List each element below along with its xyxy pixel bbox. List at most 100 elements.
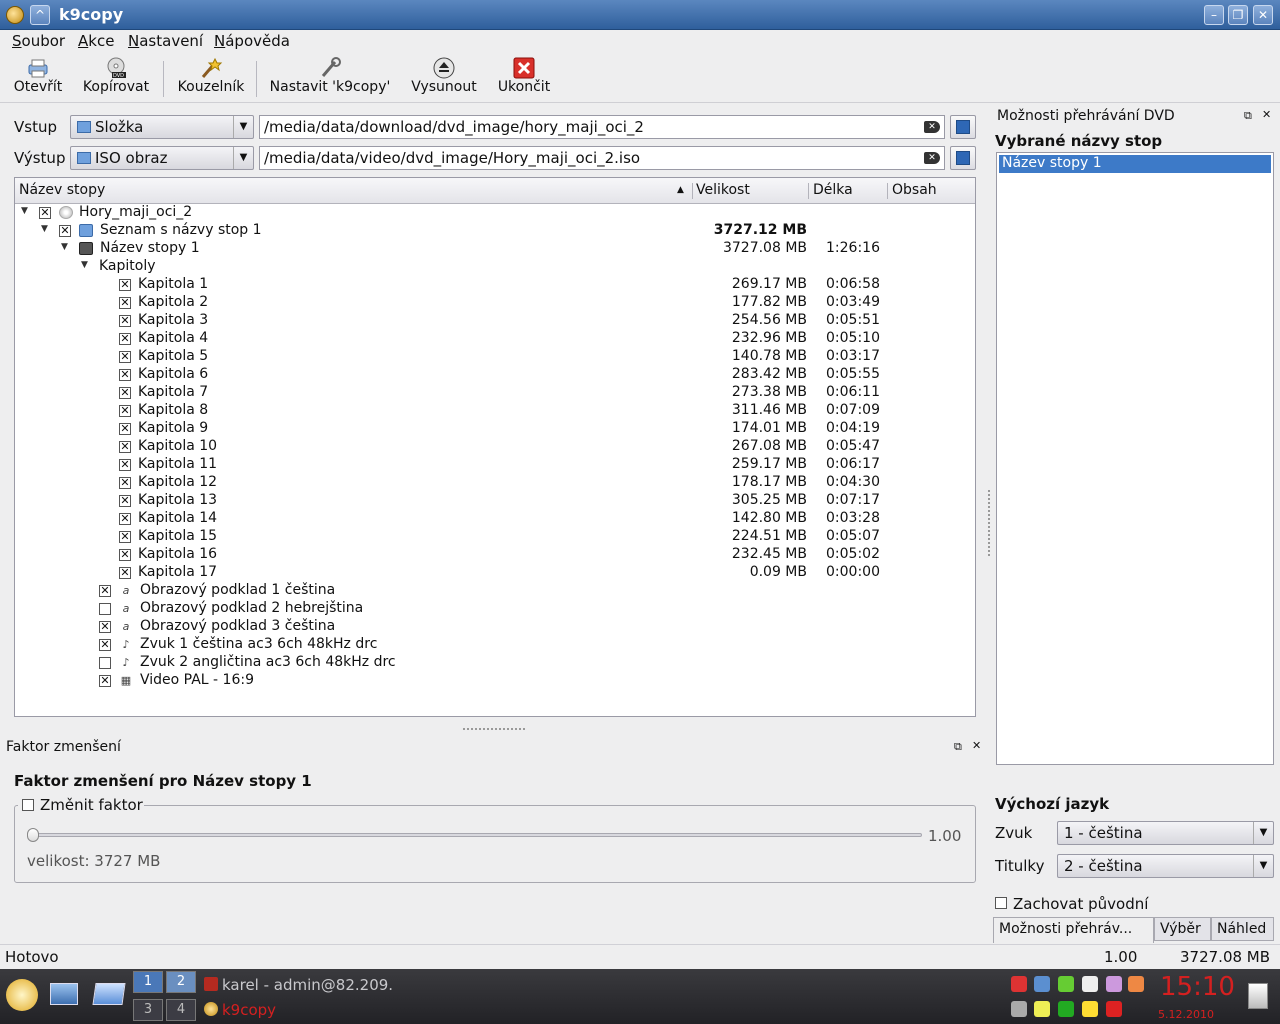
task-terminal[interactable]: karel - admin@82.209. — [202, 975, 532, 995]
col-length[interactable]: Délka — [813, 182, 853, 198]
factor-slider[interactable] — [34, 833, 922, 837]
title-tree[interactable]: Název stopy ▲ Velikost Délka Obsah ▼ ✕ H… — [14, 177, 976, 717]
tree-row-stream[interactable]: ♪ Zvuk 2 angličtina ac3 6ch 48kHz drc — [15, 654, 975, 672]
stream-checkbox[interactable]: ✕ — [99, 621, 111, 633]
tree-row-chapter[interactable]: ✕ Kapitola 9 174.01 MB 0:04:19 — [15, 420, 975, 438]
float-dock-icon[interactable]: ⧉ — [1244, 109, 1252, 123]
chapter-checkbox[interactable]: ✕ — [119, 351, 131, 363]
output-type-select[interactable]: ISO obraz ▼ — [70, 146, 254, 170]
kde-menu-icon[interactable] — [6, 979, 38, 1011]
tree-row-chapter[interactable]: ✕ Kapitola 13 305.25 MB 0:07:17 — [15, 492, 975, 510]
change-factor-checkbox[interactable] — [22, 799, 34, 811]
root-checkbox[interactable]: ✕ — [39, 207, 51, 219]
chapter-checkbox[interactable]: ✕ — [119, 513, 131, 525]
close-dock-icon[interactable]: ✕ — [972, 739, 981, 752]
tab-preview[interactable]: Náhled — [1211, 917, 1274, 941]
keyboard-layout-icon[interactable] — [1011, 976, 1027, 992]
task-k9copy[interactable]: k9copy — [202, 1000, 532, 1020]
pager-desktop-1[interactable]: 1 — [133, 971, 163, 993]
tab-dvd-options[interactable]: Možnosti přehráv... — [993, 917, 1154, 943]
chapter-checkbox[interactable]: ✕ — [119, 423, 131, 435]
tree-row-chapter[interactable]: ✕ Kapitola 5 140.78 MB 0:03:17 — [15, 348, 975, 366]
collapse-icon[interactable]: ▼ — [41, 224, 48, 234]
chapter-checkbox[interactable]: ✕ — [119, 459, 131, 471]
shade-button[interactable]: ^ — [30, 5, 50, 25]
chapter-checkbox[interactable]: ✕ — [119, 549, 131, 561]
splitter-handle[interactable] — [463, 728, 525, 733]
audio-language-select[interactable]: 1 - čeština ▼ — [1057, 821, 1274, 845]
titleset-checkbox[interactable]: ✕ — [59, 225, 71, 237]
tree-row-title[interactable]: ▼ Název stopy 1 3727.08 MB 1:26:16 — [15, 240, 975, 258]
wizard-button[interactable]: Kouzelník — [174, 55, 248, 95]
keep-menu-option[interactable]: Zachovat původní menu — [995, 895, 1195, 931]
help-icon[interactable] — [1128, 976, 1144, 992]
stream-checkbox[interactable] — [99, 603, 111, 615]
tree-row-chapter[interactable]: ✕ Kapitola 4 232.96 MB 0:05:10 — [15, 330, 975, 348]
stream-checkbox[interactable]: ✕ — [99, 585, 111, 597]
title-bar[interactable]: ^ k9copy – ❐ ✕ — [0, 0, 1280, 30]
list-item[interactable]: Název stopy 1 — [999, 155, 1271, 173]
chapter-checkbox[interactable]: ✕ — [119, 369, 131, 381]
chapter-checkbox[interactable]: ✕ — [119, 567, 131, 579]
quit-button[interactable]: Ukončit — [496, 55, 552, 95]
chapter-checkbox[interactable]: ✕ — [119, 531, 131, 543]
change-factor-option[interactable]: Změnit faktor — [18, 796, 144, 814]
pager-desktop-2[interactable]: 2 — [166, 971, 196, 993]
tree-row-chapter[interactable]: ✕ Kapitola 10 267.08 MB 0:05:47 — [15, 438, 975, 456]
app-icon[interactable] — [6, 6, 24, 24]
eject-button[interactable]: Vysunout — [408, 55, 480, 95]
chapter-checkbox[interactable]: ✕ — [119, 495, 131, 507]
chapter-checkbox[interactable]: ✕ — [119, 297, 131, 309]
download-icon[interactable] — [1058, 1001, 1074, 1017]
tree-row-chapter[interactable]: ✕ Kapitola 15 224.51 MB 0:05:07 — [15, 528, 975, 546]
col-size[interactable]: Velikost — [696, 182, 750, 198]
chapter-checkbox[interactable]: ✕ — [119, 315, 131, 327]
clock-time[interactable]: 15:10 — [1160, 972, 1235, 1002]
tree-row-chapters[interactable]: ▼ Kapitoly — [15, 258, 975, 276]
float-dock-icon[interactable]: ⧉ — [954, 740, 962, 754]
tree-row-stream[interactable]: ✕ ♪ Zvuk 1 čeština ac3 6ch 48kHz drc — [15, 636, 975, 654]
clipboard-icon[interactable] — [1082, 976, 1098, 992]
tab-selection[interactable]: Výběr — [1154, 917, 1211, 941]
close-dock-icon[interactable]: ✕ — [1262, 108, 1271, 121]
menu-soubor[interactable]: Soubor — [12, 32, 65, 50]
tree-row-chapter[interactable]: ✕ Kapitola 17 0.09 MB 0:00:00 — [15, 564, 975, 582]
pager-desktop-4[interactable]: 4 — [166, 999, 196, 1021]
power-icon[interactable] — [1106, 1001, 1122, 1017]
stream-checkbox[interactable]: ✕ — [99, 639, 111, 651]
chapter-checkbox[interactable]: ✕ — [119, 387, 131, 399]
clear-output-icon[interactable]: ✕ — [924, 152, 940, 164]
tree-row-stream[interactable]: a Obrazový podklad 2 hebrejština — [15, 600, 975, 618]
notes-icon[interactable] — [1034, 1001, 1050, 1017]
tree-row-chapter[interactable]: ✕ Kapitola 14 142.80 MB 0:03:28 — [15, 510, 975, 528]
colors-icon[interactable] — [1058, 976, 1074, 992]
menu-nastaveni[interactable]: Nastavení — [128, 32, 203, 50]
home-folder-icon[interactable] — [50, 983, 78, 1005]
chapter-checkbox[interactable]: ✕ — [119, 477, 131, 489]
tree-row-stream[interactable]: ✕ ▦ Video PAL - 16:9 — [15, 672, 975, 690]
keep-menu-checkbox[interactable] — [995, 897, 1007, 909]
sticky-note-icon[interactable] — [1082, 1001, 1098, 1017]
chapter-checkbox[interactable]: ✕ — [119, 441, 131, 453]
open-button[interactable]: Otevřít — [12, 55, 64, 95]
tree-row-chapter[interactable]: ✕ Kapitola 7 273.38 MB 0:06:11 — [15, 384, 975, 402]
browse-input-button[interactable] — [950, 115, 976, 139]
minimize-button[interactable]: – — [1204, 5, 1224, 25]
tree-row-chapter[interactable]: ✕ Kapitola 11 259.17 MB 0:06:17 — [15, 456, 975, 474]
pager-desktop-3[interactable]: 3 — [133, 999, 163, 1021]
factor-slider-handle[interactable] — [27, 828, 39, 842]
collapse-icon[interactable]: ▼ — [61, 242, 68, 252]
close-button[interactable]: ✕ — [1253, 5, 1273, 25]
subtitles-language-select[interactable]: 2 - čeština ▼ — [1057, 854, 1274, 878]
tree-row-chapter[interactable]: ✕ Kapitola 3 254.56 MB 0:05:51 — [15, 312, 975, 330]
tree-row-stream[interactable]: ✕ a Obrazový podklad 3 čeština — [15, 618, 975, 636]
stream-checkbox[interactable] — [99, 657, 111, 669]
chapter-checkbox[interactable]: ✕ — [119, 333, 131, 345]
maximize-button[interactable]: ❐ — [1228, 5, 1248, 25]
output-path-field[interactable]: /media/data/video/dvd_image/Hory_maji_oc… — [259, 146, 945, 170]
trash-icon[interactable] — [1248, 983, 1268, 1009]
vertical-splitter-handle[interactable] — [988, 490, 991, 556]
copy-button[interactable]: DVD Kopírovat — [80, 55, 152, 95]
col-name[interactable]: Název stopy — [19, 182, 105, 198]
tree-row-chapter[interactable]: ✕ Kapitola 2 177.82 MB 0:03:49 — [15, 294, 975, 312]
